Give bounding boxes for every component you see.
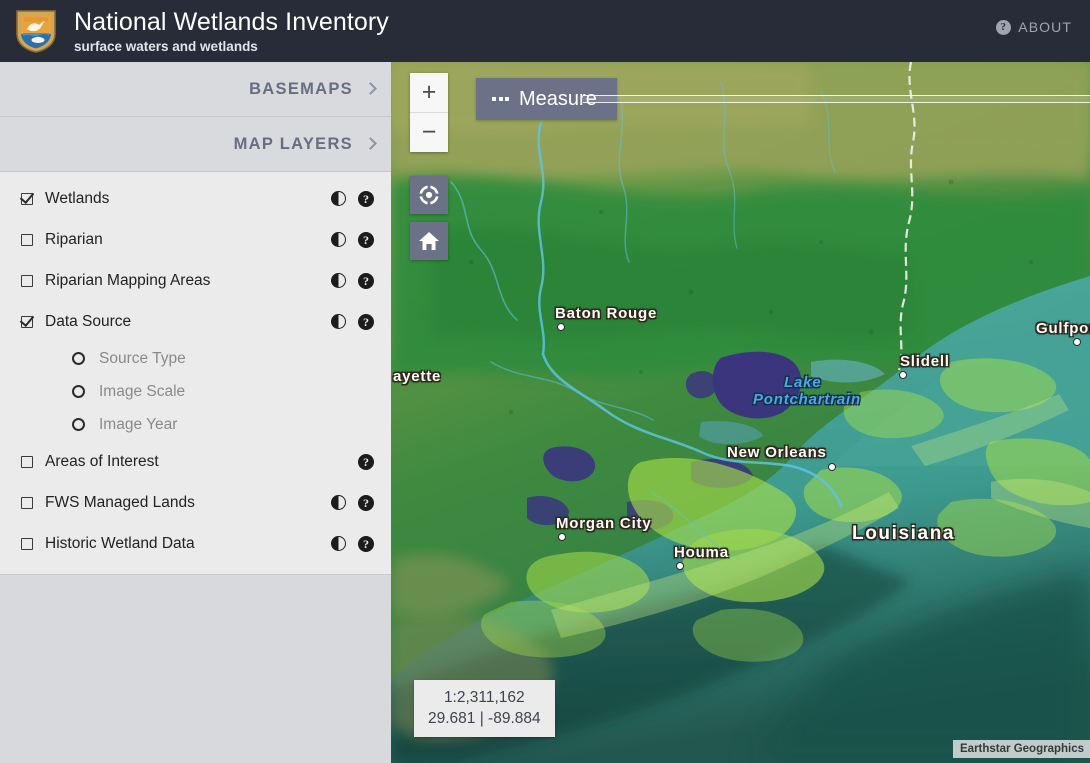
layer-label: Riparian Mapping Areas	[45, 271, 211, 289]
measure-bar	[583, 95, 1090, 103]
opacity-half-circle-icon[interactable]	[331, 273, 346, 288]
layer-row-icons: ?	[358, 453, 374, 470]
map-scale: 1:2,311,162	[443, 689, 525, 706]
radio-unchecked-icon[interactable]	[72, 418, 85, 431]
checkbox-unchecked-icon[interactable]	[21, 455, 33, 468]
basemaps-panel-toggle[interactable]: BASEMAPS	[0, 62, 391, 117]
question-circle-icon[interactable]: ?	[358, 313, 374, 330]
checkbox-checked-icon[interactable]	[21, 192, 33, 205]
layer-row[interactable]: Riparian Mapping Areas?	[0, 260, 391, 301]
question-circle-icon: ?	[996, 19, 1012, 35]
question-circle-icon[interactable]: ?	[358, 231, 374, 248]
map-coordinates: 29.681 | -89.884	[428, 710, 541, 727]
checkbox-unchecked-icon[interactable]	[21, 496, 33, 509]
page-subtitle: surface waters and wetlands	[74, 38, 258, 54]
radio-unchecked-icon[interactable]	[72, 385, 85, 398]
zoom-control: + −	[410, 73, 448, 152]
question-circle-icon[interactable]: ?	[358, 272, 374, 289]
map-view[interactable]: + − Measure ayette Baton Rouge Slidell G…	[391, 62, 1090, 763]
map-attribution: Earthstar Geographics	[953, 740, 1090, 758]
layer-label: FWS Managed Lands	[45, 493, 195, 511]
opacity-half-circle-icon[interactable]	[331, 232, 346, 247]
measure-dots-icon	[492, 97, 509, 101]
map-imagery	[391, 62, 1090, 763]
about-label: ABOUT	[1018, 19, 1072, 35]
layer-sub-option-label: Image Scale	[99, 382, 186, 400]
locate-button[interactable]	[410, 176, 448, 214]
layer-row-icons: ?	[331, 494, 374, 511]
home-button[interactable]	[410, 222, 448, 260]
header-title-block: National Wetlands Inventory surface wate…	[74, 8, 389, 55]
question-circle-icon[interactable]: ?	[358, 453, 374, 470]
layer-row-icons: ?	[331, 272, 374, 289]
opacity-half-circle-icon[interactable]	[331, 536, 346, 551]
layer-row[interactable]: Historic Wetland Data?	[0, 523, 391, 564]
crosshair-locate-icon	[418, 184, 440, 206]
question-circle-icon[interactable]: ?	[358, 190, 374, 207]
layer-row[interactable]: FWS Managed Lands?	[0, 482, 391, 523]
map-layers-panel-toggle[interactable]: MAP LAYERS	[0, 117, 391, 172]
checkbox-unchecked-icon[interactable]	[21, 233, 33, 246]
fws-shield-logo	[14, 8, 58, 54]
layer-sub-option[interactable]: Image Year	[0, 408, 391, 441]
sidebar: BASEMAPS MAP LAYERS Wetlands? Riparian? Ri…	[0, 62, 391, 763]
scale-and-coordinates-box: 1:2,311,162 29.681 | -89.884	[414, 680, 555, 737]
home-icon	[419, 232, 439, 250]
layer-sub-option[interactable]: Image Scale	[0, 375, 391, 408]
chevron-right-icon	[364, 136, 377, 150]
opacity-half-circle-icon[interactable]	[331, 495, 346, 510]
question-circle-icon[interactable]: ?	[358, 494, 374, 511]
layer-label: Areas of Interest	[45, 452, 159, 470]
layer-row[interactable]: Data Source?	[0, 301, 391, 342]
layer-sub-option-label: Source Type	[99, 349, 186, 367]
layer-row-icons: ?	[331, 190, 374, 207]
layer-row[interactable]: Wetlands?	[0, 178, 391, 219]
layer-row-icons: ?	[331, 231, 374, 248]
zoom-in-button[interactable]: +	[410, 73, 448, 112]
page-title: National Wetlands Inventory	[74, 7, 389, 36]
chevron-right-icon	[364, 81, 377, 95]
layer-label: Wetlands	[45, 189, 110, 207]
layer-label: Data Source	[45, 312, 132, 330]
opacity-half-circle-icon[interactable]	[331, 314, 346, 329]
zoom-out-button[interactable]: −	[410, 112, 448, 152]
checkbox-checked-icon[interactable]	[21, 315, 33, 328]
layer-list: Wetlands? Riparian? Riparian Mapping Areas…	[0, 172, 391, 575]
checkbox-unchecked-icon[interactable]	[21, 274, 33, 287]
checkbox-unchecked-icon[interactable]	[21, 537, 33, 550]
wetlands-mapper-app: National Wetlands Inventory surface wate…	[0, 0, 1090, 763]
layer-sub-option[interactable]: Source Type	[0, 342, 391, 375]
about-button[interactable]: ? ABOUT	[996, 19, 1072, 35]
basemaps-label: BASEMAPS	[249, 79, 353, 98]
layer-row-icons: ?	[331, 313, 374, 330]
layer-label: Historic Wetland Data	[45, 534, 195, 552]
layer-row[interactable]: Areas of Interest?	[0, 441, 391, 482]
layer-label: Riparian	[45, 230, 103, 248]
fws-shield-logo-icon	[16, 10, 56, 53]
layer-sub-option-label: Image Year	[99, 415, 178, 433]
layer-row-icons: ?	[331, 535, 374, 552]
map-layers-label: MAP LAYERS	[233, 134, 353, 153]
opacity-half-circle-icon[interactable]	[331, 191, 346, 206]
layer-row[interactable]: Riparian?	[0, 219, 391, 260]
radio-unchecked-icon[interactable]	[72, 352, 85, 365]
question-circle-icon[interactable]: ?	[358, 535, 374, 552]
app-header: National Wetlands Inventory surface wate…	[0, 0, 1090, 62]
